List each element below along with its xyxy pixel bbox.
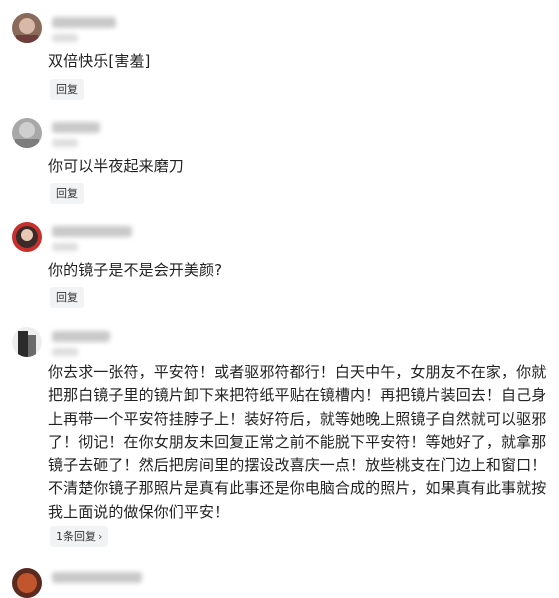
avatar[interactable] bbox=[12, 222, 42, 252]
comment-text: 你的镜子是不是会开美颜? bbox=[48, 261, 223, 279]
reply-button[interactable]: 回复 bbox=[50, 79, 84, 100]
avatar[interactable] bbox=[12, 118, 42, 148]
reply-label: 1条回复 bbox=[56, 530, 96, 543]
avatar[interactable] bbox=[12, 568, 42, 598]
reply-button[interactable]: 回复 bbox=[50, 287, 84, 308]
comment-text: 你去求一张符，平安符！或者驱邪符都行！白天中午，女朋友不在家，你就把那白镜子里的… bbox=[48, 363, 547, 521]
reply-label: 回复 bbox=[56, 187, 78, 200]
username-blurred[interactable] bbox=[52, 17, 116, 28]
username-blurred[interactable] bbox=[52, 122, 100, 133]
reply-label: 回复 bbox=[56, 291, 78, 304]
timestamp-blurred bbox=[52, 243, 78, 251]
reply-label: 回复 bbox=[56, 83, 78, 96]
reply-button[interactable]: 回复 bbox=[50, 183, 84, 204]
username-blurred[interactable] bbox=[52, 226, 132, 237]
timestamp-blurred bbox=[52, 139, 78, 147]
comment-text: 你可以半夜起来磨刀 bbox=[48, 157, 184, 175]
avatar[interactable] bbox=[12, 13, 42, 43]
timestamp-blurred bbox=[52, 34, 78, 42]
reply-thread-button[interactable]: 1条回复 › bbox=[50, 526, 109, 547]
comment-text: 双倍快乐[害羞] bbox=[48, 52, 151, 70]
username-blurred[interactable] bbox=[52, 572, 142, 583]
avatar[interactable] bbox=[12, 327, 42, 357]
username-blurred[interactable] bbox=[52, 331, 110, 342]
timestamp-blurred bbox=[52, 348, 78, 356]
chevron-right-icon: › bbox=[98, 530, 103, 543]
